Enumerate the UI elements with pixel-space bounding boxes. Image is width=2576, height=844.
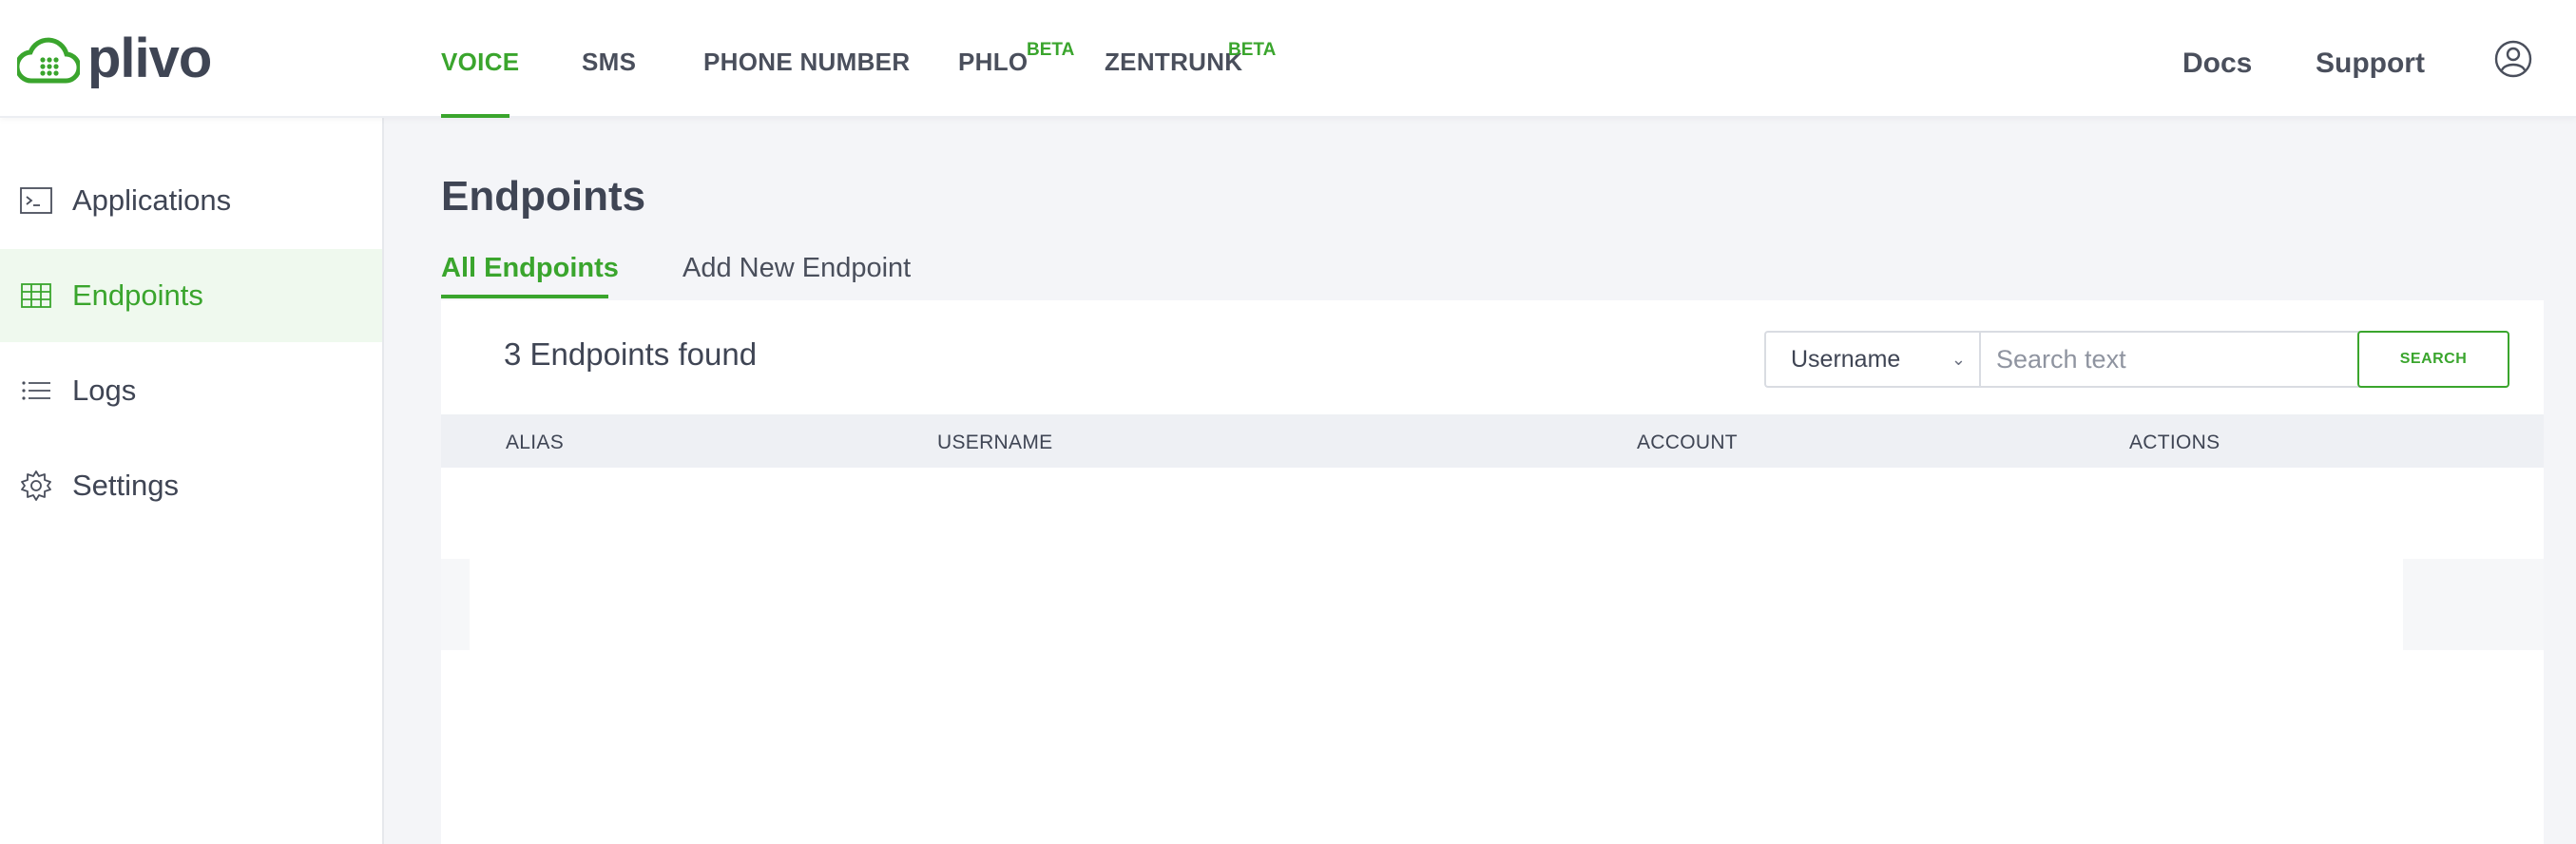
column-header-account: ACCOUNT xyxy=(1637,432,1738,453)
tab-add-new-endpoint[interactable]: Add New Endpoint xyxy=(682,253,911,284)
gear-icon xyxy=(21,470,51,501)
brand-name: plivo xyxy=(87,28,212,89)
tab-active-indicator xyxy=(441,295,608,298)
cloud-phone-logo-icon xyxy=(17,37,80,84)
plivo-logo[interactable]: plivo xyxy=(17,28,212,89)
nav-phone-number[interactable]: PHONE NUMBER xyxy=(703,48,910,77)
sidebar: Applications Endpoints Logs Settings xyxy=(0,118,384,844)
sidebar-item-endpoints[interactable]: Endpoints xyxy=(0,249,382,342)
main-content: Endpoints All Endpoints Add New Endpoint… xyxy=(384,118,2576,844)
phlo-beta-badge: BETA xyxy=(1027,40,1075,60)
sidebar-item-label: Settings xyxy=(72,469,180,502)
docs-link[interactable]: Docs xyxy=(2182,48,2252,80)
column-header-actions: ACTIONS xyxy=(2129,432,2220,453)
select-value: Username xyxy=(1791,345,1901,373)
top-navigation-bar: plivo VOICE SMS PHONE NUMBER PHLO BETA Z… xyxy=(0,0,2576,118)
support-link[interactable]: Support xyxy=(2316,48,2425,80)
column-header-alias: ALIAS xyxy=(506,432,565,453)
loading-placeholder xyxy=(441,559,470,650)
sidebar-item-label: Logs xyxy=(72,374,137,407)
nav-zentrunk[interactable]: ZENTRUNK xyxy=(1105,48,1242,77)
search-input[interactable] xyxy=(1979,331,2361,388)
user-circle-icon[interactable] xyxy=(2494,40,2532,78)
results-count: 3 Endpoints found xyxy=(504,336,758,372)
nav-sms[interactable]: SMS xyxy=(582,48,636,77)
sidebar-item-label: Applications xyxy=(72,183,232,217)
table-header: ALIAS USERNAME ACCOUNT ACTIONS xyxy=(441,414,2544,468)
page-title: Endpoints xyxy=(441,173,646,220)
sidebar-item-logs[interactable]: Logs xyxy=(0,344,382,437)
nav-phlo[interactable]: PHLO xyxy=(958,48,1028,77)
terminal-icon xyxy=(20,187,52,214)
tab-all-endpoints[interactable]: All Endpoints xyxy=(441,253,619,284)
sidebar-item-label: Endpoints xyxy=(72,278,203,312)
list-icon xyxy=(22,381,50,400)
nav-voice[interactable]: VOICE xyxy=(441,48,519,77)
search-button[interactable]: SEARCH xyxy=(2357,331,2509,388)
sidebar-item-settings[interactable]: Settings xyxy=(0,439,382,532)
grid-table-icon xyxy=(21,283,51,308)
endpoints-card: 3 Endpoints found Username ⌄ SEARCH ALIA… xyxy=(441,300,2544,844)
nav-active-indicator xyxy=(441,114,509,118)
column-header-username: USERNAME xyxy=(937,432,1053,453)
loading-placeholder xyxy=(2403,559,2544,650)
sidebar-item-applications[interactable]: Applications xyxy=(0,154,382,247)
search-field-select[interactable]: Username ⌄ xyxy=(1764,331,1979,388)
zentrunk-beta-badge: BETA xyxy=(1228,40,1277,60)
chevron-down-icon: ⌄ xyxy=(1951,349,1966,369)
